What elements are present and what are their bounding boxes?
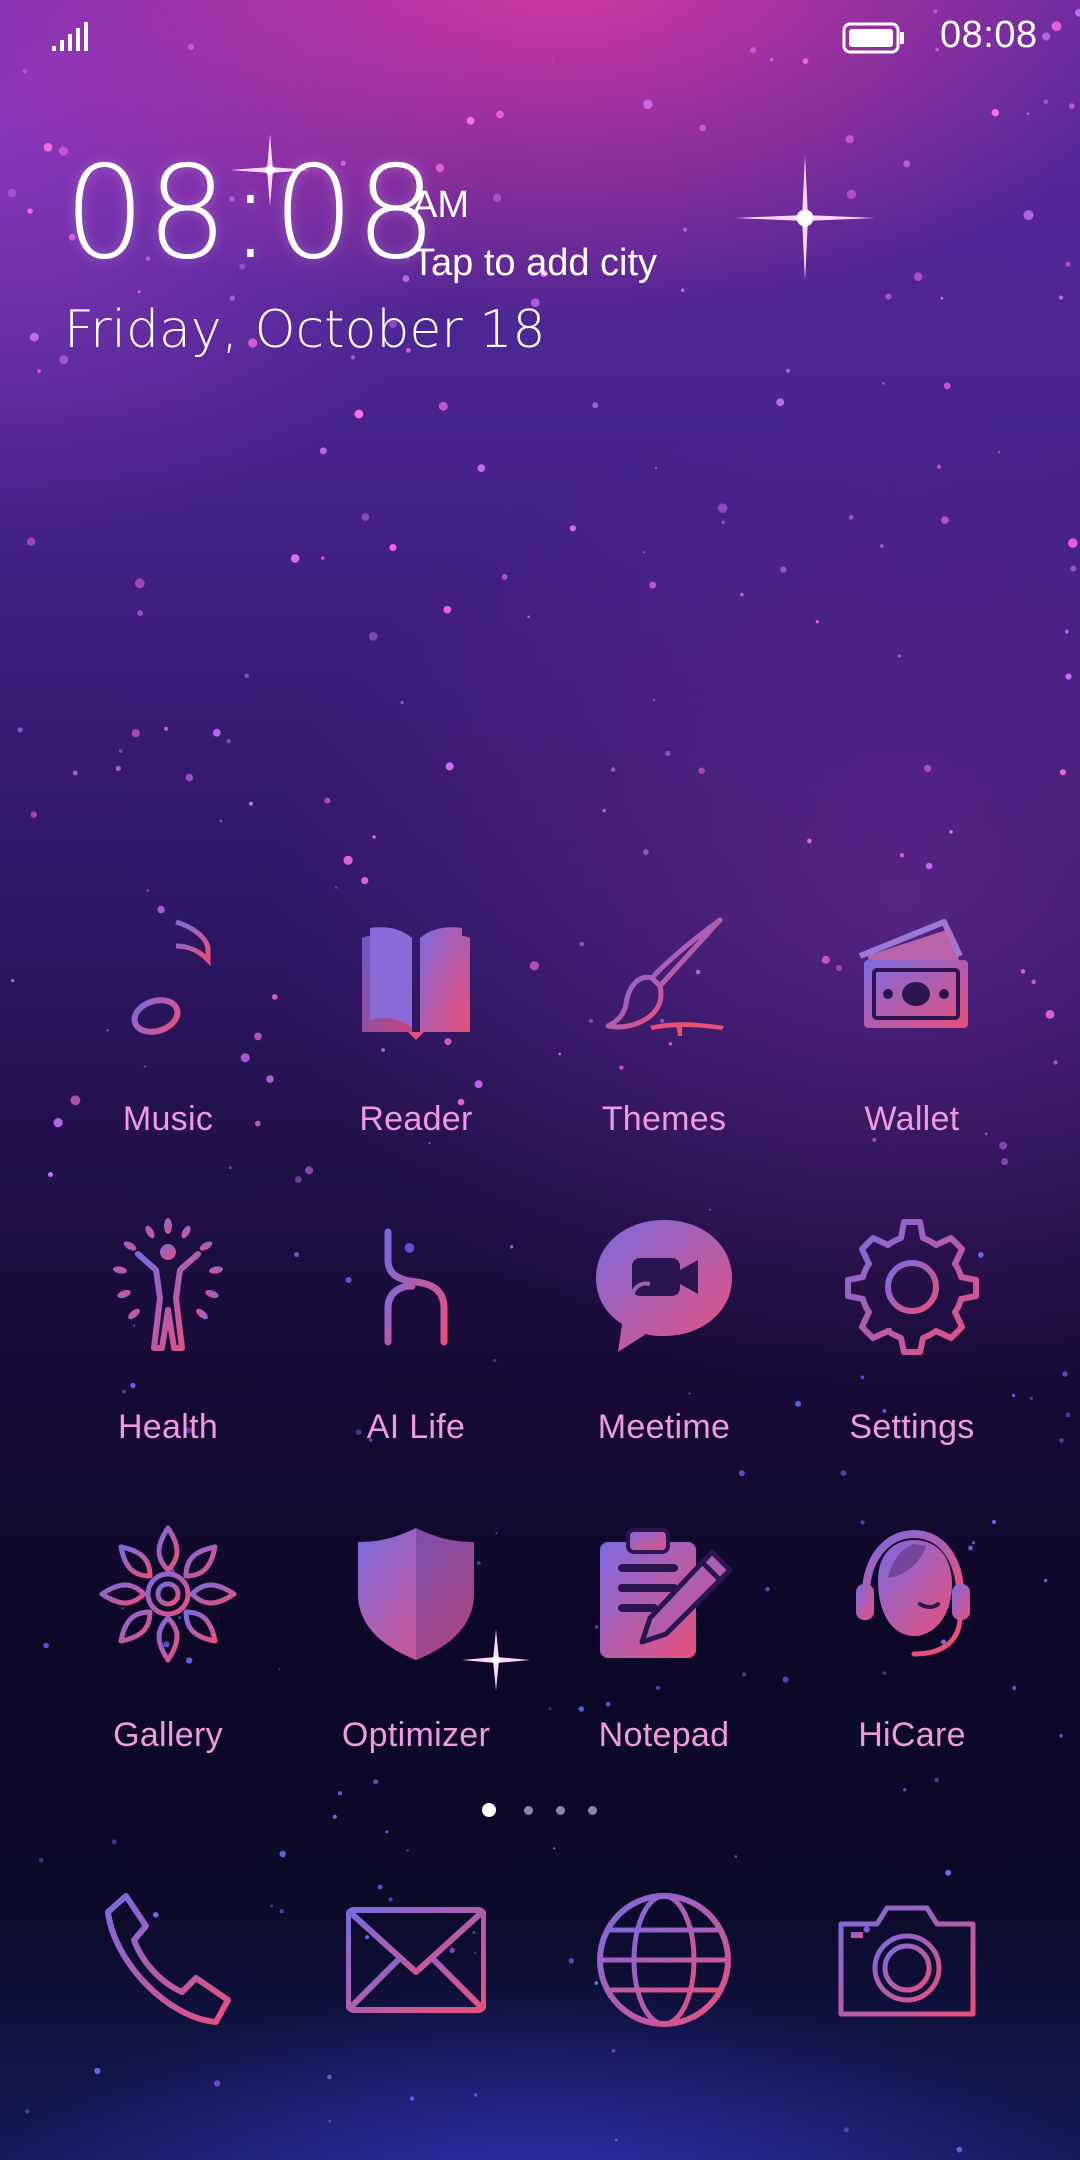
video-chat-icon [596, 1220, 732, 1352]
mail-icon [346, 1907, 486, 2013]
app-ai-life[interactable]: AI Life [292, 1216, 540, 1476]
app-reader[interactable]: Reader [292, 908, 540, 1168]
app-notepad[interactable]: Notepad [540, 1524, 788, 1784]
app-label: Optimizer [341, 1716, 491, 1754]
battery-icon [842, 22, 904, 54]
app-label: Wallet [864, 1100, 960, 1138]
app-music[interactable]: Music [44, 908, 292, 1168]
app-label: Music [122, 1100, 214, 1138]
clock-time[interactable]: 08:08 [64, 150, 438, 278]
camera-icon [838, 1905, 976, 2017]
paintbrush-icon [605, 917, 724, 1036]
wallet-icon [858, 919, 968, 1028]
page-dot-3[interactable] [556, 1806, 565, 1815]
app-label: Themes [601, 1100, 727, 1138]
dock-browser[interactable] [540, 1890, 788, 2150]
globe-icon [597, 1893, 731, 2027]
app-label: Health [117, 1408, 219, 1446]
app-settings[interactable]: Settings [788, 1216, 1036, 1476]
dock-camera[interactable] [788, 1890, 1036, 2150]
book-icon [362, 927, 470, 1040]
status-time: 08:08 [940, 14, 1038, 56]
add-city-prompt[interactable]: Tap to add city [412, 242, 657, 285]
page-dot-1[interactable] [482, 1803, 496, 1817]
app-gallery[interactable]: Gallery [44, 1524, 292, 1784]
app-label: Settings [849, 1408, 975, 1446]
health-person-icon [113, 1218, 223, 1351]
page-dot-4[interactable] [588, 1806, 597, 1815]
ai-life-icon [384, 1228, 448, 1346]
app-label: Reader [359, 1100, 473, 1138]
app-wallet[interactable]: Wallet [788, 908, 1036, 1168]
app-label: Notepad [598, 1716, 730, 1754]
app-themes[interactable]: Themes [540, 908, 788, 1168]
signal-strength-icon [52, 22, 88, 51]
flower-icon [99, 1525, 237, 1663]
app-health[interactable]: Health [44, 1216, 292, 1476]
app-meetime[interactable]: Meetime [540, 1216, 788, 1476]
dock-email[interactable] [292, 1890, 540, 2150]
clock-ampm: AM [412, 184, 469, 226]
app-label: Meetime [597, 1408, 731, 1446]
shield-icon [358, 1528, 474, 1660]
dock-phone[interactable] [44, 1890, 292, 2150]
app-label: AI Life [366, 1408, 466, 1446]
page-dot-2[interactable] [524, 1806, 533, 1815]
clipboard-pencil-icon [600, 1528, 733, 1658]
phone-icon [105, 1893, 231, 2025]
app-label: HiCare [858, 1716, 966, 1754]
status-bar: 08:08 [0, 0, 1080, 76]
page-indicator[interactable] [482, 1802, 602, 1822]
headset-support-icon [856, 1529, 970, 1657]
clock-date[interactable]: Friday, October 18 [64, 300, 545, 360]
music-note-icon [131, 917, 211, 1035]
app-optimizer[interactable]: Optimizer [292, 1524, 540, 1784]
app-hicare[interactable]: HiCare [788, 1524, 1036, 1784]
app-label: Gallery [113, 1716, 223, 1754]
gear-icon [845, 1219, 979, 1355]
